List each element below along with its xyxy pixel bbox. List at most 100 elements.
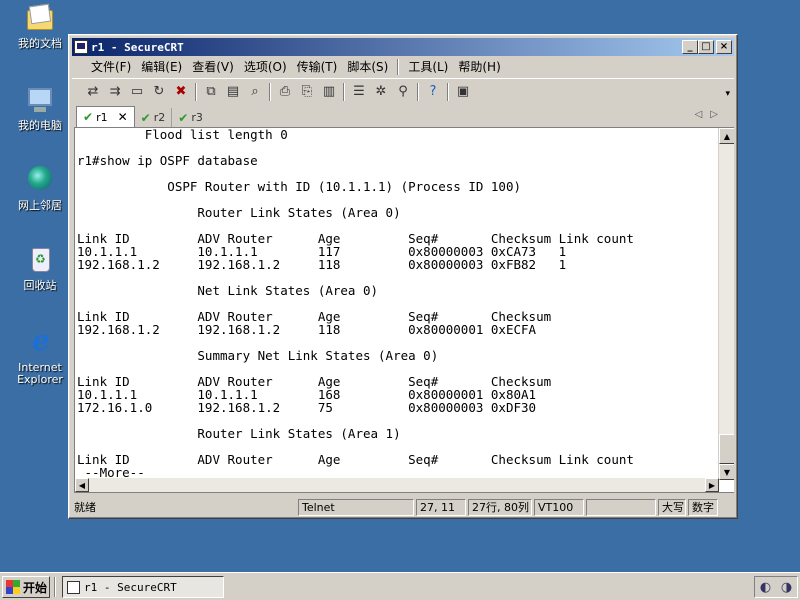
session-tab-bar: ✔ r1 ✕ ✔ r2 ✔ r3 ◁▷	[72, 106, 734, 127]
terminal-line: r1#show ip OSPF database	[77, 153, 258, 168]
session-options-icon[interactable]: ☰	[348, 82, 370, 102]
status-protocol: Telnet	[298, 498, 414, 516]
status-size: 27行, 80列	[468, 498, 532, 516]
maximize-button[interactable]: □	[698, 40, 714, 54]
vertical-scrollbar[interactable]: ▲ ▼	[718, 128, 734, 480]
desktop-icon-label: 网上邻居	[18, 199, 62, 212]
terminal-line: Link ID ADV Router Age Seq# Checksum Lin…	[77, 452, 634, 467]
start-button[interactable]: 开始	[2, 576, 50, 598]
status-emulation: VT100	[534, 498, 584, 516]
network-places-icon	[24, 164, 56, 196]
close-tab-icon[interactable]: ✕	[118, 110, 128, 124]
my-computer-icon	[24, 84, 56, 116]
menu-help[interactable]: 帮助(H)	[453, 58, 505, 76]
terminal-line: Net Link States (Area 0)	[77, 283, 379, 298]
tab-scroll-arrows-icon[interactable]: ◁▷	[695, 109, 726, 120]
taskbar: 开始 r1 - SecureCRT ◐ ◑	[0, 572, 800, 600]
toolbar-separator	[195, 82, 197, 101]
close-button[interactable]: ×	[716, 40, 732, 54]
disconnect-icon[interactable]: ✖	[170, 82, 192, 102]
toolbar-separator	[343, 82, 345, 101]
desktop-icon-label: 我的电脑	[18, 119, 62, 132]
find-icon[interactable]: ⌕	[244, 82, 266, 102]
tab-r2[interactable]: ✔ r2	[135, 108, 173, 127]
tab-label: r2	[153, 111, 166, 124]
toolbar-separator	[417, 82, 419, 101]
recycle-bin-icon	[24, 244, 56, 276]
desktop-icon-label: 回收站	[23, 279, 57, 292]
menu-file[interactable]: 文件(F)	[86, 58, 136, 76]
terminal-line: Flood list length 0	[77, 128, 288, 142]
tray-network-icon[interactable]: ◐	[760, 580, 771, 595]
system-tray: ◐ ◑	[754, 576, 798, 598]
terminal-line: Summary Net Link States (Area 0)	[77, 348, 439, 363]
desktop-icon-internet-explorer[interactable]: e Internet Explorer	[10, 326, 70, 386]
terminal-area[interactable]: Flood list length 0 r1#show ip OSPF data…	[74, 127, 734, 493]
menu-tools[interactable]: 工具(L)	[403, 58, 453, 76]
terminal-line: Router Link States (Area 0)	[77, 205, 401, 220]
tab-label: r1	[96, 110, 108, 124]
tab-r1[interactable]: ✔ r1 ✕	[76, 106, 135, 127]
desktop-icon-label: Internet Explorer	[17, 361, 63, 386]
desktop-icon-my-computer[interactable]: 我的电脑	[10, 84, 70, 132]
desktop-icon-network-places[interactable]: 网上邻居	[10, 164, 70, 212]
terminal-line: 192.168.1.2 192.168.1.2 118 0x80000001 0…	[77, 322, 537, 337]
connected-check-icon: ✔	[140, 110, 151, 125]
desktop-icon-my-documents[interactable]: 我的文档	[10, 2, 70, 50]
taskbar-securecrt-button[interactable]: r1 - SecureCRT	[62, 576, 224, 598]
reconnect-icon[interactable]: ↻	[148, 82, 170, 102]
securecrt-window: r1 - SecureCRT _ □ × 文件(F) 编辑(E) 查看(V) 选…	[68, 34, 738, 519]
terminal-output[interactable]: Flood list length 0 r1#show ip OSPF data…	[77, 128, 717, 480]
connect-icon[interactable]: ⇄	[82, 82, 104, 102]
scroll-down-icon[interactable]: ▼	[719, 464, 734, 480]
desktop-icon-recycle-bin[interactable]: 回收站	[10, 244, 70, 292]
tab-label: r3	[191, 111, 203, 124]
toolbar-overflow-icon[interactable]: ▾	[725, 89, 730, 99]
taskbar-separator	[54, 577, 56, 597]
window-title: r1 - SecureCRT	[91, 40, 184, 54]
menu-edit[interactable]: 编辑(E)	[136, 58, 187, 76]
print-selection-icon[interactable]: ⎘	[296, 82, 318, 102]
status-ready: 就绪	[74, 501, 96, 514]
scroll-left-icon[interactable]: ◀	[75, 478, 89, 492]
terminal-line: OSPF Router with ID (10.1.1.1) (Process …	[77, 179, 522, 194]
copy-icon[interactable]: ⧉	[200, 82, 222, 102]
print-setup-icon[interactable]: ▥	[318, 82, 340, 102]
status-cursor: 27, 11	[416, 498, 466, 516]
securecrt-app-icon	[67, 580, 80, 594]
sftp-icon[interactable]: ▣	[452, 82, 474, 102]
windows-logo-icon	[6, 580, 20, 594]
securecrt-app-icon[interactable]	[74, 40, 88, 54]
menu-script[interactable]: 脚本(S)	[342, 58, 393, 76]
taskbar-task-label: r1 - SecureCRT	[84, 580, 177, 594]
quick-connect-icon[interactable]: ⇉	[104, 82, 126, 102]
start-label: 开始	[23, 580, 48, 595]
horizontal-scrollbar[interactable]: ◀ ▶	[75, 478, 719, 492]
menu-view[interactable]: 查看(V)	[187, 58, 239, 76]
status-num: 数字	[688, 498, 718, 516]
tray-volume-icon[interactable]: ◑	[781, 580, 792, 595]
status-blank	[586, 498, 656, 516]
connected-check-icon: ✔	[178, 110, 189, 125]
toolbar: ⇄ ⇉ ▭ ↻ ✖ ⧉ ▤ ⌕ ⎙ ⎘ ▥ ☰ ✲ ⚲ ? ▣ ▾	[72, 78, 734, 104]
print-icon[interactable]: ⎙	[274, 82, 296, 102]
toolbar-separator	[447, 82, 449, 101]
terminal-line: 192.168.1.2 192.168.1.2 118 0x80000003 0…	[77, 257, 567, 272]
scroll-right-icon[interactable]: ▶	[705, 478, 719, 492]
menu-separator	[397, 59, 400, 75]
menu-options[interactable]: 选项(O)	[239, 58, 292, 76]
keymap-icon[interactable]: ⚲	[392, 82, 414, 102]
desktop-icon-label: 我的文档	[18, 37, 62, 50]
minimize-button[interactable]: _	[682, 40, 698, 54]
help-icon[interactable]: ?	[422, 82, 444, 102]
menu-transfer[interactable]: 传输(T)	[292, 58, 343, 76]
toolbar-separator	[269, 82, 271, 101]
tab-r3[interactable]: ✔ r3	[172, 108, 209, 127]
connect-tab-icon[interactable]: ▭	[126, 82, 148, 102]
title-bar[interactable]: r1 - SecureCRT _ □ ×	[72, 38, 734, 56]
scroll-up-icon[interactable]: ▲	[719, 128, 734, 144]
status-bar: 就绪 Telnet 27, 11 27行, 80列 VT100 大写 数字	[72, 497, 734, 517]
paste-icon[interactable]: ▤	[222, 82, 244, 102]
global-options-icon[interactable]: ✲	[370, 82, 392, 102]
scroll-thumb[interactable]	[719, 434, 734, 464]
